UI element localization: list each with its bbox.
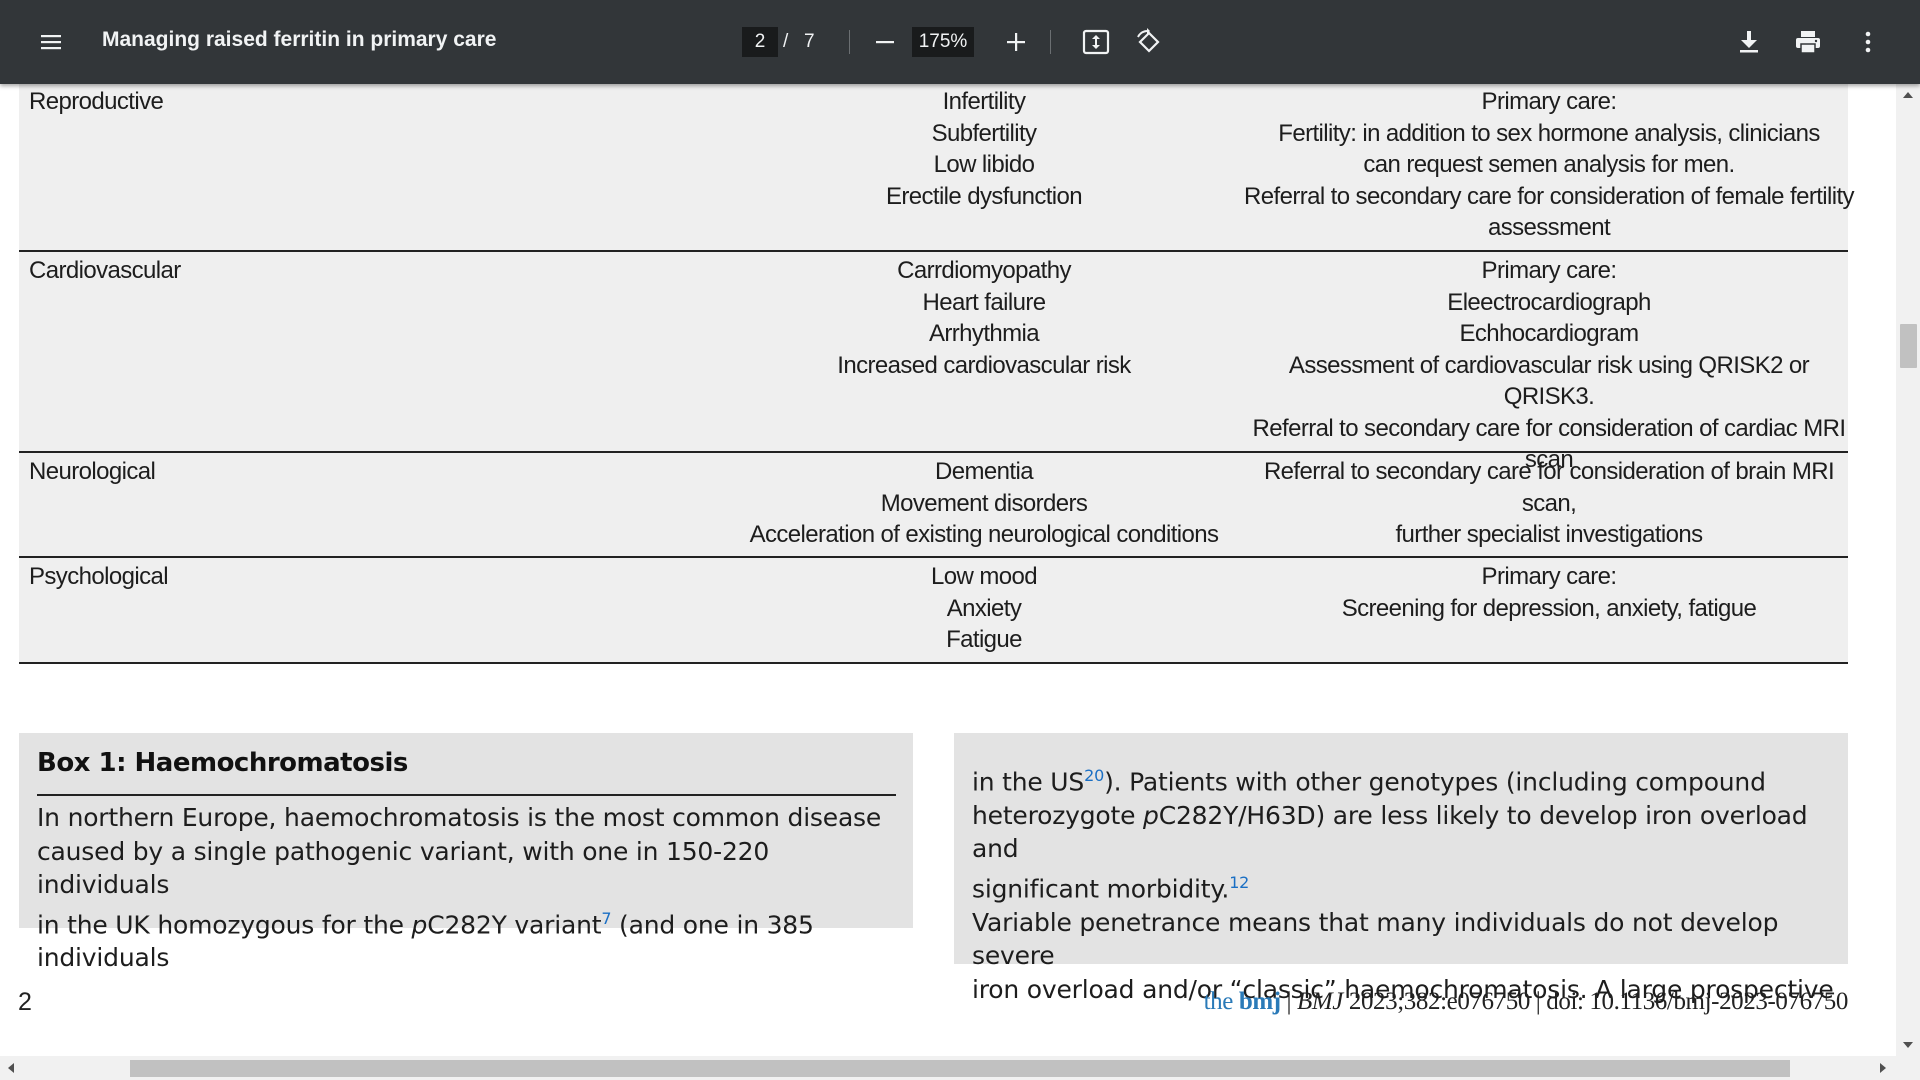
box-divider — [37, 794, 896, 796]
page-number-footer: 2 — [18, 988, 32, 1016]
reference-link[interactable]: 12 — [1229, 873, 1249, 892]
table-cell-management: Primary care: Eleectrocardiograph Echhoc… — [1252, 257, 1846, 473]
box-body-text: In northern Europe, haemochromatosis is … — [37, 803, 882, 973]
table-cell-conditions: Infertility Subfertility Low libido Erec… — [885, 88, 1083, 210]
scroll-right-icon[interactable] — [1880, 1063, 1886, 1073]
table-cell-conditions: Low mood Anxiety Fatigue — [931, 563, 1038, 653]
box-body-text: in the US20). Patients with other genoty… — [972, 766, 1834, 1004]
horizontal-scroll-thumb[interactable] — [130, 1060, 1790, 1077]
more-vert-icon[interactable] — [1848, 22, 1888, 62]
rotate-icon[interactable] — [1129, 22, 1169, 62]
document-title: Managing raised ferritin in primary care — [102, 28, 497, 51]
fit-page-icon[interactable] — [1076, 22, 1116, 62]
pdf-toolbar: Managing raised ferritin in primary care… — [0, 0, 1920, 84]
page-total: 7 — [804, 31, 815, 52]
table-cell-system: Reproductive — [29, 88, 164, 115]
table-cell-conditions: Dementia Movement disorders Acceleration… — [749, 458, 1219, 548]
box-haemochromatosis-continued: in the US20). Patients with other genoty… — [954, 733, 1848, 1004]
toolbar-divider — [1050, 30, 1051, 54]
scroll-left-icon[interactable] — [8, 1063, 14, 1073]
horizontal-scrollbar[interactable] — [0, 1056, 1920, 1080]
box-heading: Box 1: Haemochromatosis — [37, 748, 408, 778]
vertical-scrollbar[interactable] — [1896, 84, 1920, 1056]
document-viewport: Reproductive Infertility Subfertility Lo… — [0, 84, 1896, 1056]
table-cell-management: Primary care: Screening for depression, … — [1341, 563, 1757, 622]
table-cell-management: Primary care: Fertility: in addition to … — [1244, 88, 1855, 241]
toolbar-divider — [849, 30, 850, 54]
journal-logo-bmj: bmj — [1238, 988, 1281, 1015]
vertical-scroll-thumb[interactable] — [1900, 324, 1917, 368]
table-row: Neurological Dementia Movement disorders… — [19, 453, 1848, 558]
menu-icon[interactable] — [31, 22, 71, 62]
table-cell-conditions: Carrdiomyopathy Heart failure Arrhythmia… — [837, 257, 1131, 379]
plus-icon[interactable] — [996, 22, 1036, 62]
reference-link[interactable]: 20 — [1084, 766, 1104, 785]
journal-logo-the: the — [1203, 988, 1234, 1015]
scroll-down-icon[interactable] — [1903, 1042, 1913, 1048]
zoom-level-input[interactable]: 175% — [912, 27, 974, 57]
minus-icon[interactable] — [865, 22, 905, 62]
print-icon[interactable] — [1788, 22, 1828, 62]
scroll-up-icon[interactable] — [1903, 92, 1913, 98]
page-number-input[interactable]: 2 — [742, 27, 778, 57]
download-icon[interactable] — [1729, 22, 1769, 62]
table-cell-system: Psychological — [29, 563, 169, 590]
page-separator: / — [783, 31, 789, 52]
journal-citation: the bmj | BMJ 2023;382:e076750 | doi: 10… — [1203, 988, 1849, 1015]
table-row: Psychological Low mood Anxiety Fatigue P… — [19, 558, 1848, 664]
table-cell-system: Neurological — [29, 458, 156, 485]
table-row: Reproductive Infertility Subfertility Lo… — [19, 84, 1855, 252]
reference-link[interactable]: 7 — [601, 909, 611, 928]
complications-table: Reproductive Infertility Subfertility Lo… — [19, 84, 1855, 664]
table-cell-management: Referral to secondary care for considera… — [1263, 458, 1835, 548]
table-row: Cardiovascular Carrdiomyopathy Heart fai… — [19, 252, 1848, 473]
table-cell-system: Cardiovascular — [29, 257, 181, 284]
box-haemochromatosis: Box 1: Haemochromatosis In northern Euro… — [19, 733, 913, 972]
